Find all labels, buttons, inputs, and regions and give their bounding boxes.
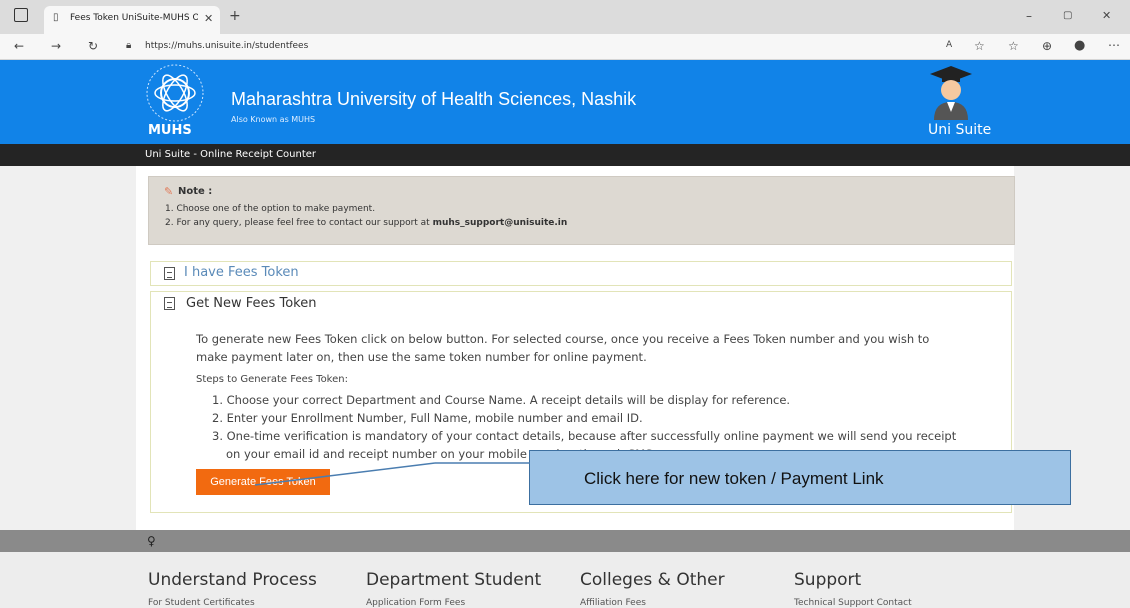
more-icon[interactable]: ⋯ (1108, 39, 1120, 51)
footer-heading-department: Department Student (366, 570, 542, 590)
aka-text: Also Known as MUHS (231, 115, 316, 124)
footer-heading-colleges: Colleges & Other (580, 570, 725, 590)
annotation-callout-text: Click here for new token / Payment Link (584, 469, 884, 488)
favorites-icon[interactable]: ☆ (1008, 40, 1019, 52)
university-name: Maharashtra University of Health Science… (231, 89, 637, 109)
footer-heading-process: Understand Process (148, 570, 317, 590)
note-title: Note : (178, 186, 213, 197)
footer-bar (0, 530, 1130, 552)
refresh-icon[interactable]: ↻ (88, 40, 98, 52)
note-line-2-text: 2. For any query, please feel free to co… (165, 218, 433, 228)
collections-icon[interactable]: ⊕ (1042, 40, 1052, 52)
minimize-icon[interactable]: – (1026, 10, 1032, 22)
page-icon: ▯ (53, 12, 59, 23)
intro-paragraph-line-2: make payment later on, then use the same… (196, 350, 647, 364)
read-aloud-icon[interactable]: A (946, 41, 952, 50)
lightbulb-icon: ♀ (147, 534, 156, 548)
step-2: 2. Enter your Enrollment Number, Full Na… (212, 411, 643, 425)
have-token-title[interactable]: I have Fees Token (184, 265, 299, 280)
footer-link-technical-support[interactable]: Technical Support Contact (794, 598, 912, 608)
close-window-icon[interactable]: ✕ (1102, 10, 1111, 21)
favorite-icon[interactable]: ☆ (974, 40, 985, 52)
sub-header-text: Uni Suite - Online Receipt Counter (145, 149, 317, 160)
suite-label: Uni Suite (928, 122, 992, 138)
footer-link-affiliation-fees[interactable]: Affiliation Fees (580, 598, 646, 608)
close-tab-icon[interactable]: ✕ (204, 13, 213, 24)
step-1: 1. Choose your correct Department and Co… (212, 393, 791, 407)
address-bar: ← → ↻ 🔒︎ https://muhs.unisuite.in/studen… (0, 34, 1130, 60)
restore-icon[interactable]: ▢ (1063, 11, 1072, 21)
browser-tab-bar: ▯ Fees Token UniSuite-MUHS Onli ✕ + – ▢ … (0, 0, 1130, 34)
back-icon[interactable]: ← (14, 40, 24, 52)
document-icon (164, 267, 175, 280)
lock-icon: 🔒︎ (126, 40, 132, 51)
url-field[interactable]: https://muhs.unisuite.in/studentfees (145, 41, 308, 51)
footer-link-student-certificates[interactable]: For Student Certificates (148, 598, 255, 608)
note-line-2: 2. For any query, please feel free to co… (165, 218, 567, 228)
steps-title: Steps to Generate Fees Token: (196, 374, 348, 385)
callout-arrow-line (254, 462, 530, 486)
footer-link-application-fees[interactable]: Application Form Fees (366, 598, 465, 608)
pencil-icon: ✎ (164, 185, 174, 198)
get-new-token-title[interactable]: Get New Fees Token (186, 296, 316, 311)
step-3-line-1: 3. One-time verification is mandatory of… (212, 429, 957, 443)
profile-icon[interactable]: ● (1074, 39, 1085, 52)
tab-title: Fees Token UniSuite-MUHS Onli (70, 13, 198, 23)
graduate-avatar-icon (930, 66, 972, 120)
document-icon (164, 297, 175, 310)
support-email-link[interactable]: muhs_support@unisuite.in (433, 218, 568, 228)
footer-heading-support: Support (794, 570, 862, 590)
intro-paragraph-line-1: To generate new Fees Token click on belo… (196, 332, 930, 346)
note-line-1: 1. Choose one of the option to make paym… (165, 204, 376, 214)
logo-text: MUHS (148, 123, 192, 138)
forward-icon[interactable]: → (51, 40, 61, 52)
sidebar-toggle-icon[interactable] (14, 8, 28, 22)
browser-tab[interactable]: ▯ Fees Token UniSuite-MUHS Onli ✕ (44, 6, 220, 34)
new-tab-icon[interactable]: + (229, 9, 241, 23)
